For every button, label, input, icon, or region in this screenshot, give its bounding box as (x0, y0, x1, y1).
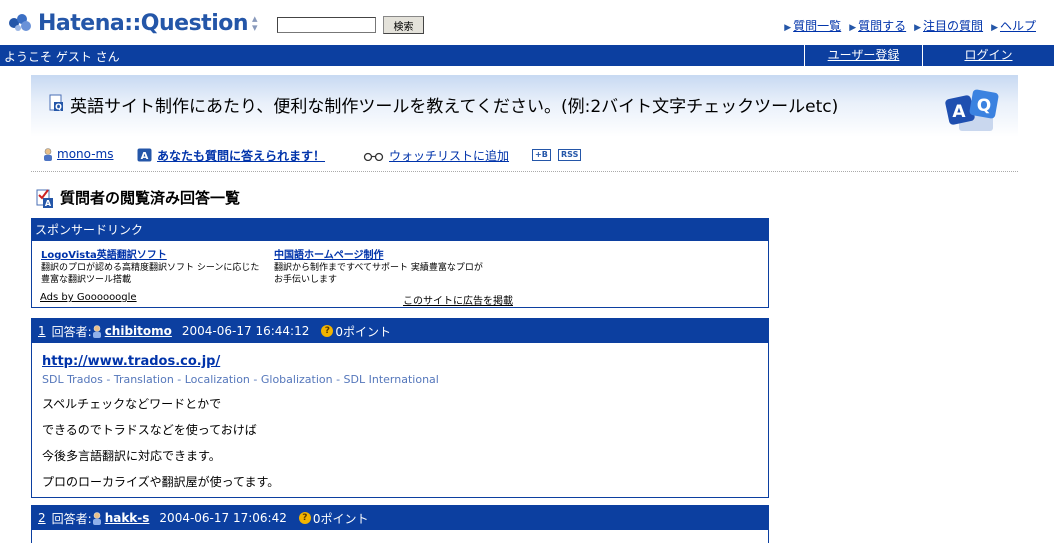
watchlist-item: ウォッチリストに追加 (363, 147, 509, 164)
svg-text:A: A (952, 102, 966, 122)
nav-help[interactable]: ▶ ヘルプ (991, 17, 1036, 34)
ad-text: お手伝いします (274, 275, 338, 285)
answer-text-line: プロのローカライズや翻訳屋が使ってます。 (42, 475, 280, 489)
answer-prompt-link[interactable]: あなたも質問に答えられます！ (157, 147, 325, 164)
watchlist-link[interactable]: ウォッチリストに追加 (389, 147, 509, 164)
rss-badge[interactable]: RSS (558, 149, 582, 161)
svg-text:Q: Q (977, 96, 991, 116)
logo-text: Hatena::Question (38, 10, 249, 36)
arrow-icon: ▶ (849, 23, 857, 33)
question-title: 英語サイト制作にあたり、便利な制作ツールを教えてください。(例:2バイト文字チェ… (70, 97, 839, 117)
answer-label: 回答者: (51, 324, 92, 339)
answer-text-line: できるのでトラドスなどを使っておけば (42, 423, 257, 437)
hatena-bird-icon (9, 14, 31, 31)
nav-featured-questions-link[interactable]: 注目の質問 (923, 19, 983, 33)
person-icon (92, 511, 101, 525)
nav-help-link[interactable]: ヘルプ (1000, 19, 1036, 33)
answer-points-text: 0ポイント (335, 324, 391, 339)
answer-number-link[interactable]: 1 (38, 324, 46, 338)
glasses-icon (363, 152, 384, 161)
answer-header: 1 回答者: chibitomo 2004-06-17 16:44:12 ? 0… (32, 319, 768, 343)
hatena-question-logo[interactable]: Hatena::Question ▴ ▾ (6, 10, 258, 36)
site-header: Hatena::Question ▴ ▾ 検索 ▶ 質問一覧 ▶ 質問する ▶ 注目の質… (0, 0, 1054, 46)
section-title: 質問者の閲覧済み回答一覧 (60, 189, 241, 207)
answer-card: 1 回答者: chibitomo 2004-06-17 16:44:12 ? 0… (31, 318, 769, 498)
answer-points-text: 0ポイント (312, 511, 369, 526)
ads-by-link[interactable]: Ads by Goooooogle (40, 292, 137, 303)
answer-number-link[interactable]: 2 (38, 511, 46, 525)
user-bar: ようこそ ゲスト さん ユーザー登録 ログイン (0, 45, 1054, 66)
rss-badge-text: RSS (558, 149, 582, 161)
divider (31, 171, 1018, 172)
bookmark-badge[interactable]: +B (532, 149, 551, 161)
advertise-link[interactable]: このサイトに広告を掲載 (403, 292, 513, 307)
ad-item: 中国語ホームページ制作 翻訳から制作まですべてサポート 実績豊富なプロが お手伝… (274, 250, 483, 286)
questioner-link[interactable]: mono-ms (57, 147, 113, 161)
question-doc-icon: Q (49, 94, 63, 112)
arrow-icon: ▶ (991, 23, 998, 33)
point-coin-icon: ? (298, 512, 311, 524)
answer-date: 2004-06-17 17:06:42 (159, 511, 287, 525)
checked-answer-icon: A (36, 188, 53, 208)
questioner-item: mono-ms (43, 147, 113, 161)
answer-url-link[interactable]: http://www.trados.co.jp/ (42, 354, 220, 369)
sponsor-box: スポンサードリンク LogoVista英語翻訳ソフト 翻訳のプロが認める高精度翻… (31, 218, 769, 308)
answer-header: 2 回答者: hakk-s 2004-06-17 17:06:42 ? 0ポイン… (32, 506, 768, 530)
answer-text-line: 今後多言語翻訳に対応できます。 (42, 449, 221, 463)
arrow-icon: ▶ (914, 23, 922, 33)
question-header: Q 英語サイト制作にあたり、便利な制作ツールを教えてください。(例:2バイト文字… (31, 75, 1018, 137)
arrow-icon: ▶ (784, 23, 792, 33)
ad-item: LogoVista英語翻訳ソフト 翻訳のプロが認める高精度翻訳ソフト シーンに応… (41, 250, 259, 286)
nav-question-list[interactable]: ▶ 質問一覧 (784, 17, 841, 34)
svg-text:A: A (45, 199, 52, 208)
answer-label: 回答者: (51, 511, 92, 526)
welcome-text: ようこそ ゲスト さん (4, 50, 120, 64)
register-cell: ユーザー登録 (804, 45, 922, 66)
nav-question-list-link[interactable]: 質問一覧 (793, 19, 841, 33)
aq-logo-icon: A Q (945, 89, 999, 131)
answer-date: 2004-06-17 16:44:12 (181, 324, 310, 338)
bookmark-badge-text: +B (532, 149, 551, 161)
person-icon (92, 324, 101, 338)
ad-text: 翻訳のプロが認める高精度翻訳ソフト シーンに応じた (41, 263, 260, 273)
ad-title-link[interactable]: 中国語ホームページ制作 (274, 250, 384, 261)
top-nav: ▶ 質問一覧 ▶ 質問する ▶ 注目の質問 ▶ ヘルプ (784, 17, 1036, 34)
answer-a-icon: A (137, 148, 152, 162)
answer-points: ? 0ポイント (298, 510, 369, 527)
answer-body: http://www.trados.co.jp/ SDL Trados - Tr… (32, 343, 768, 498)
person-icon (44, 147, 52, 161)
answerer-link[interactable]: hakk-s (105, 511, 150, 525)
answer-url-description: SDL Trados - Translation - Localization … (42, 373, 439, 386)
answer-points: ? 0ポイント (321, 323, 391, 340)
logo-switch-icon[interactable]: ▴ ▾ (252, 13, 258, 33)
ad-text: 豊富な翻訳ツール搭載 (41, 275, 132, 285)
nav-featured-questions[interactable]: ▶ 注目の質問 (914, 17, 983, 34)
ad-text: 翻訳から制作まですべてサポート 実績豊富なプロが (274, 263, 483, 273)
ad-title-link[interactable]: LogoVista英語翻訳ソフト (41, 250, 167, 261)
svg-text:Q: Q (55, 103, 62, 112)
answer-text-line: スペルチェックなどワードとかで (42, 397, 222, 411)
register-link[interactable]: ユーザー登録 (828, 48, 900, 62)
login-cell: ログイン (922, 45, 1054, 66)
answer-card: 2 回答者: hakk-s 2004-06-17 17:06:42 ? 0ポイン… (31, 505, 769, 543)
nav-ask-question-link[interactable]: 質問する (858, 19, 906, 33)
sponsor-heading: スポンサードリンク (32, 219, 768, 241)
svg-text:A: A (141, 151, 149, 162)
login-link[interactable]: ログイン (964, 48, 1012, 62)
nav-ask-question[interactable]: ▶ 質問する (849, 17, 906, 34)
section-header: A 質問者の閲覧済み回答一覧 (36, 187, 240, 208)
search-input[interactable] (277, 17, 376, 33)
point-coin-icon: ? (321, 325, 334, 337)
answer-prompt-item: A あなたも質問に答えられます！ (137, 147, 325, 164)
search-button[interactable]: 検索 (383, 16, 424, 34)
answerer-link[interactable]: chibitomo (105, 324, 172, 338)
